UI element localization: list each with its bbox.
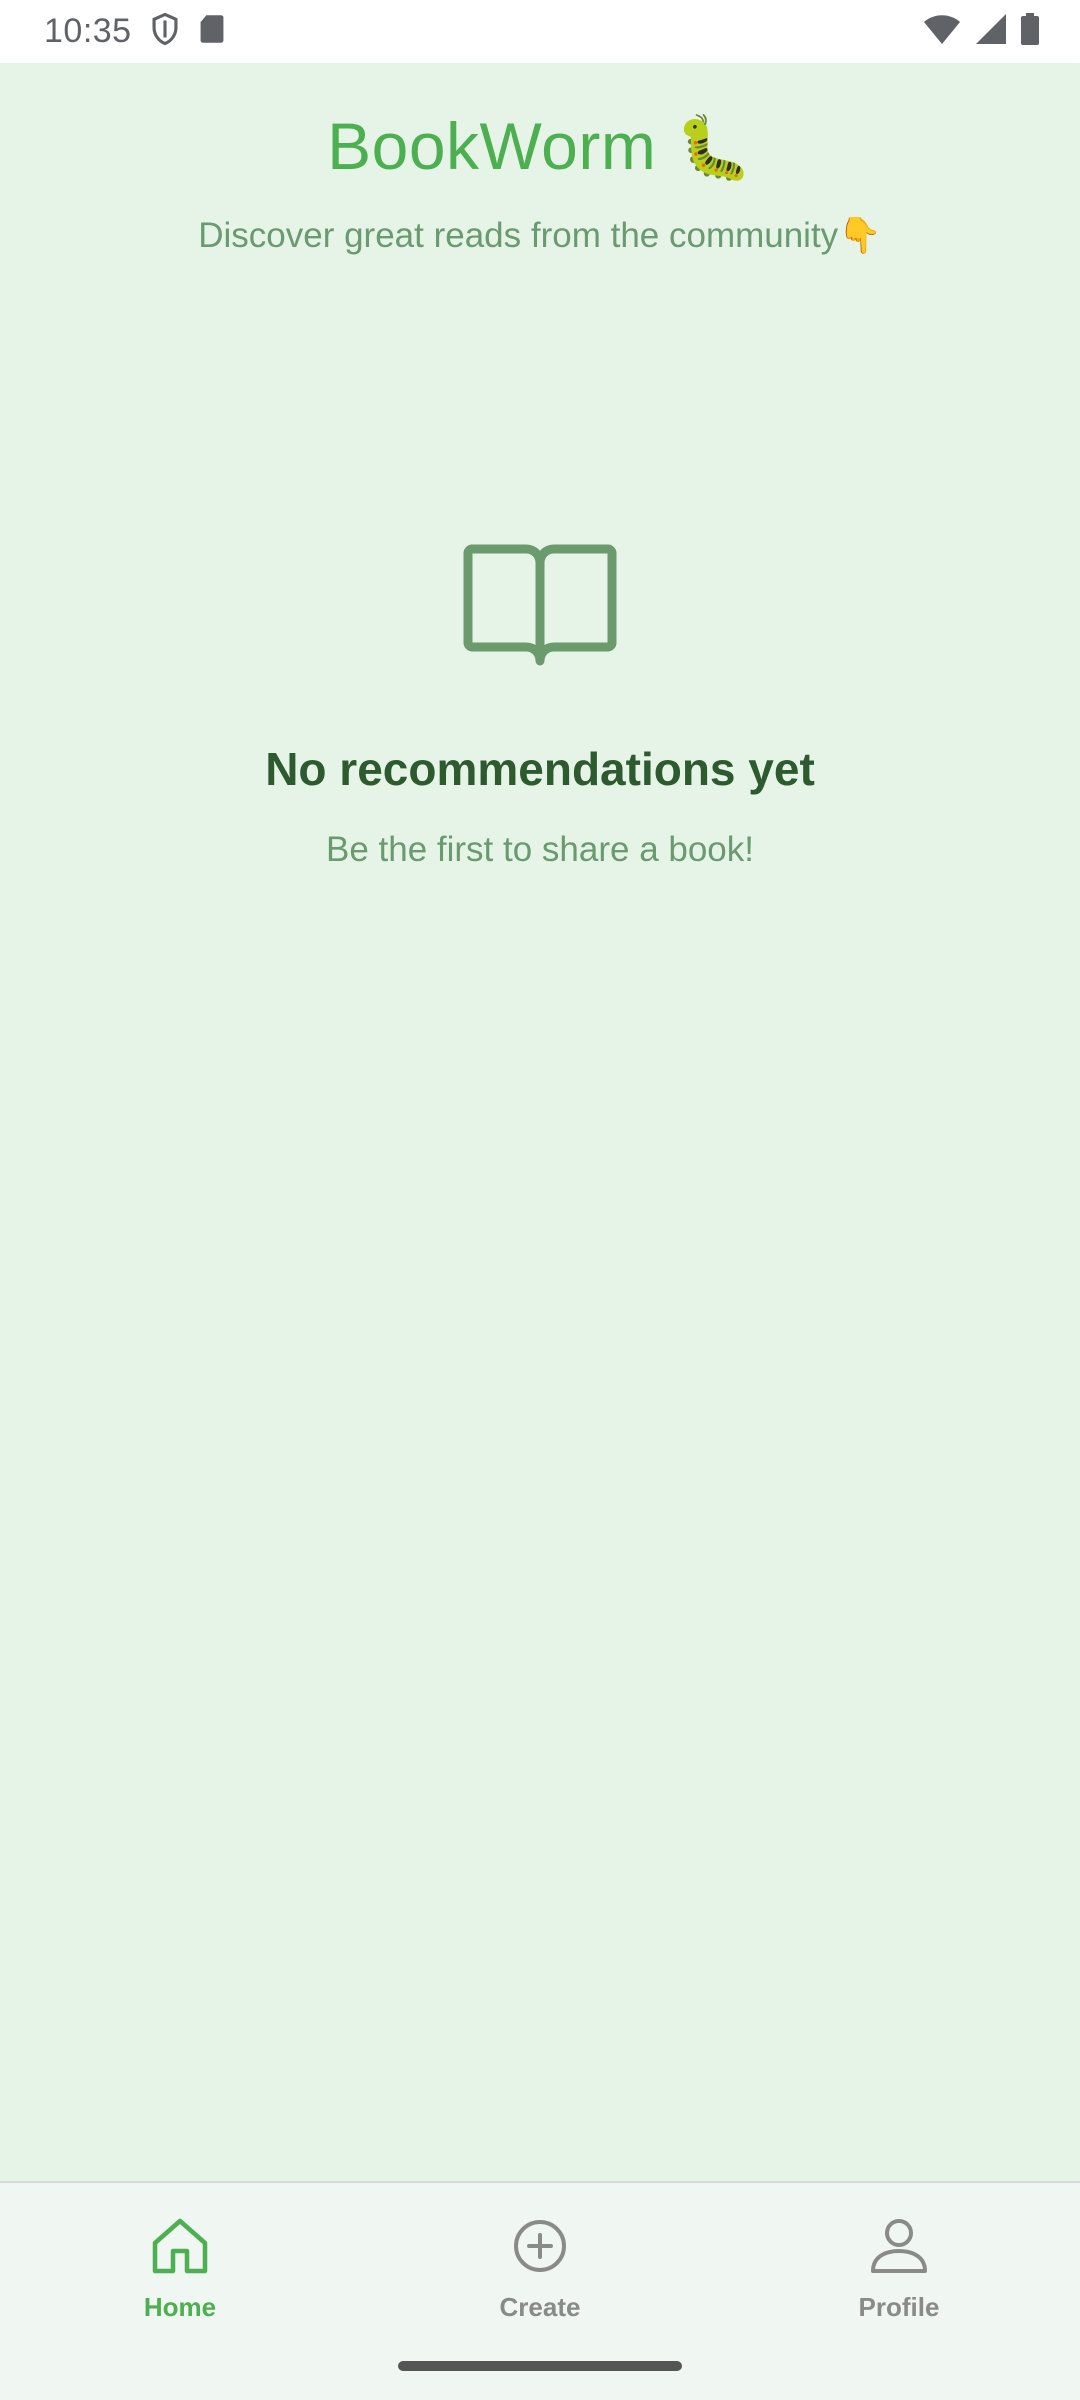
app-subtitle: Discover great reads from the community👇 [198,216,882,255]
app-content: BookWorm 🐛 Discover great reads from the… [0,63,1080,2181]
empty-state-subtitle: Be the first to share a book! [325,830,754,869]
shield-icon [150,12,180,51]
nav-home-tab[interactable]: Home [80,2213,280,2323]
home-icon [147,2213,213,2284]
person-icon [866,2213,932,2284]
nav-profile-tab[interactable]: Profile [799,2213,999,2323]
nav-create-label: Create [499,2292,581,2322]
open-book-icon [460,533,620,678]
nav-profile-label: Profile [858,2292,940,2322]
sd-card-icon [198,13,226,50]
nav-create-tab[interactable]: Create [440,2213,640,2323]
status-time: 10:35 [44,12,132,50]
home-indicator[interactable] [398,2361,682,2371]
nav-home-label: Home [143,2292,217,2322]
empty-state: No recommendations yet Be the first to s… [0,533,1080,870]
app-title-text: BookWorm [327,109,657,183]
battery-icon [1020,12,1040,51]
signal-icon [974,12,1008,51]
empty-state-title: No recommendations yet [265,743,815,795]
app-title: BookWorm 🐛 [0,108,1080,185]
status-left: 10:35 [44,12,226,51]
wifi-icon [922,12,962,51]
caterpillar-icon: 🐛 [675,114,753,183]
status-right [922,12,1040,51]
plus-circle-icon [507,2213,573,2284]
status-bar: 10:35 [0,0,1080,63]
